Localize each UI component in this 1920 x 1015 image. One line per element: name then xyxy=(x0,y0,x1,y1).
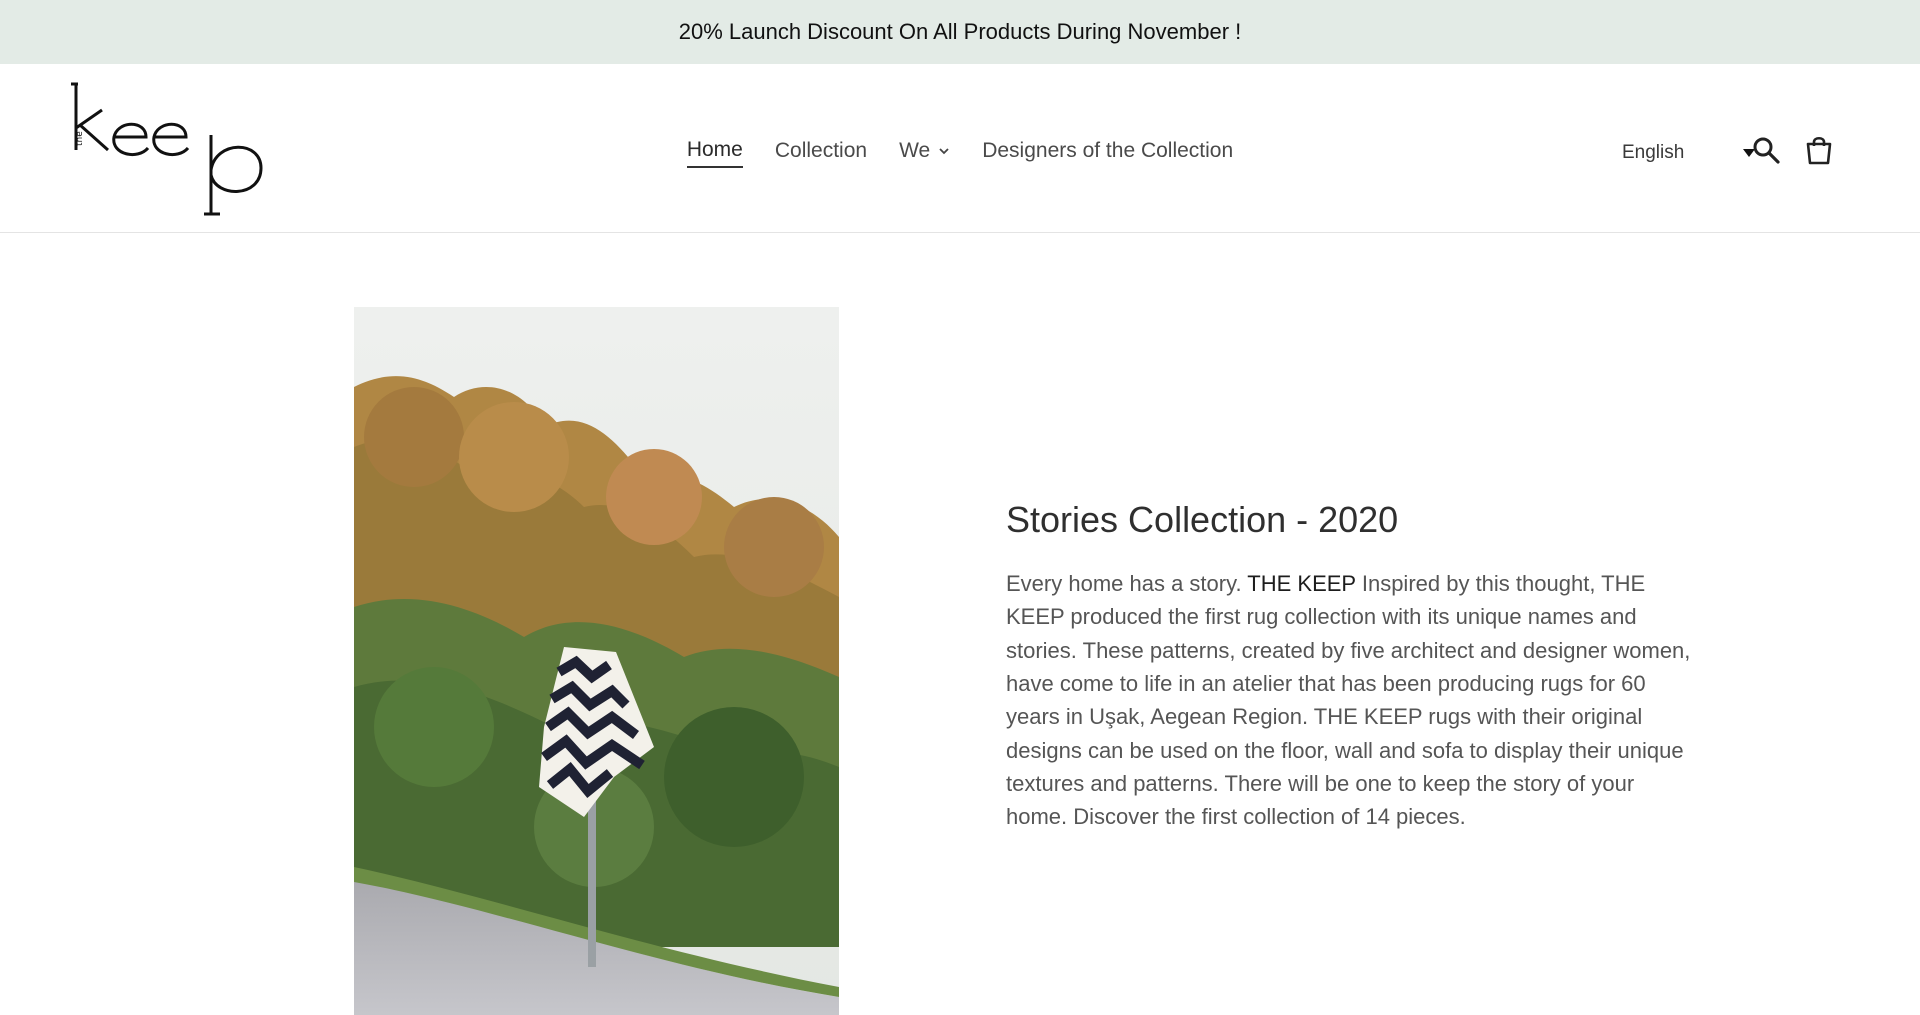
language-value: English xyxy=(1622,142,1685,163)
announcement-text: 20% Launch Discount On All Products Duri… xyxy=(678,19,1242,44)
cart-icon[interactable] xyxy=(1804,135,1834,165)
brand-name: THE KEEP xyxy=(1247,571,1356,597)
nav-home-label: Home xyxy=(686,138,743,161)
site-header: the Home Collection We Designers of the … xyxy=(0,64,1920,233)
story-body: Inspired by this thought, THE KEEP produ… xyxy=(1006,571,1691,830)
story-paragraph: Every home has a story. THE KEEP Inspire… xyxy=(1006,567,1696,833)
language-select[interactable]: English xyxy=(1622,142,1756,164)
chevron-down-icon xyxy=(939,148,949,155)
nav-designers[interactable]: Designers of the Collection xyxy=(982,138,1233,168)
nav-we-label: We xyxy=(899,139,931,162)
nav-we[interactable]: We xyxy=(899,138,950,168)
story-intro: Every home has a story. xyxy=(1006,571,1242,597)
nav-collection-label: Collection xyxy=(774,139,868,162)
nav-home[interactable]: Home xyxy=(686,138,743,168)
announcement-bar: 20% Launch Discount On All Products Duri… xyxy=(0,0,1920,64)
nav-designers-label: Designers of the Collection xyxy=(982,139,1234,162)
page-title: Stories Collection - 2020 xyxy=(1006,499,1399,540)
search-icon[interactable] xyxy=(1752,136,1780,164)
collection-story: Stories Collection - 2020 Every home has… xyxy=(1006,498,1696,834)
collection-hero-image xyxy=(354,307,839,1015)
nav-collection[interactable]: Collection xyxy=(775,138,867,168)
